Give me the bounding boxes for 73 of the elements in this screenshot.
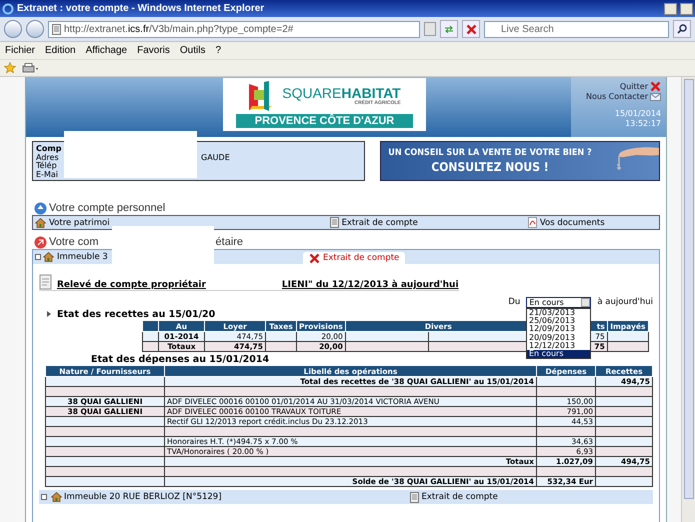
statement-link[interactable]: Extrait de compte (410, 492, 498, 502)
statement-link[interactable]: Extrait de compte (330, 217, 418, 228)
contact-label: Adres (36, 154, 59, 162)
arrow-up-circle-icon (34, 202, 47, 214)
expand-icon[interactable] (41, 494, 47, 500)
menu-item[interactable]: Fichier (5, 45, 36, 56)
period-label: à aujourd'hui (597, 297, 653, 307)
menu-item[interactable]: Edition (45, 45, 76, 56)
search-button[interactable] (673, 20, 691, 38)
maximize-button[interactable] (680, 2, 693, 14)
star-icon[interactable] (4, 62, 16, 74)
ad-banner[interactable]: UN CONSEIL SUR LA VENTE DE VOTRE BIEN ? CONSULTEZ NOUS ! (380, 141, 660, 181)
envelope-icon (650, 92, 661, 100)
period-label: Du (508, 297, 520, 307)
refresh-icon (444, 25, 454, 33)
menu-item[interactable]: Favoris (137, 45, 170, 56)
contact-label: Télép (36, 162, 58, 170)
contact-link[interactable]: Nous Contacter (586, 92, 661, 101)
section-heading: Votre com (49, 236, 99, 248)
search-field[interactable]: Live Search (484, 20, 669, 38)
back-button[interactable] (4, 20, 22, 38)
printer-icon[interactable] (22, 62, 40, 74)
property-link[interactable]: Immeuble 3 (57, 252, 108, 262)
address-field[interactable]: http://extranet.ics.fr/V3b/main.php?type_compte=2# (48, 20, 420, 38)
contact-label: Comp (36, 145, 62, 154)
menu-item[interactable]: Affichage (86, 45, 128, 56)
document-icon (330, 217, 339, 228)
contact-value: GAUDE (201, 154, 230, 162)
menu-item[interactable]: ? (215, 45, 222, 56)
period-option[interactable]: En cours (527, 350, 590, 358)
arrow-circle-icon (34, 236, 47, 248)
search-icon (677, 24, 687, 34)
document-icon (52, 24, 61, 34)
property-row[interactable]: Immeuble 20 RUE BERLIOZ [N°5129] Extrait de compte (39, 490, 653, 504)
ad-text: CONSULTEZ NOUS ! (431, 160, 549, 174)
property-link[interactable]: Immeuble 20 RUE BERLIOZ [N°5129] (64, 492, 222, 502)
contact-label: E-Mai (36, 170, 59, 179)
receipts-title: Etat des recettes au 15/01/20 (57, 308, 216, 320)
refresh-button[interactable] (440, 20, 458, 38)
period-select[interactable]: En cours (526, 296, 592, 308)
section-heading: Votre compte personnel (49, 202, 166, 214)
pdf-icon (528, 217, 537, 228)
brand-name: SQUARE (282, 85, 342, 101)
property-link[interactable]: Votre patrimoi (35, 218, 110, 228)
document-icon (410, 492, 419, 502)
documents-link[interactable]: Vos documents (528, 217, 605, 228)
scrollbar[interactable] (681, 77, 695, 522)
receipt-icon (39, 274, 53, 290)
statement-title: Relevé de compte propriétair (57, 280, 206, 290)
period-option[interactable]: 21/03/2013 (527, 309, 590, 318)
statement-title: LIENI" du 12/12/2013 à aujourd'hui (282, 280, 459, 290)
region-label: PROVENCE CÔTE D'AZUR (236, 114, 413, 128)
ad-text: UN CONSEIL SUR LA VENTE DE VOTRE BIEN ? (388, 148, 592, 158)
close-icon (466, 24, 476, 34)
forward-button[interactable] (26, 20, 44, 38)
house-icon (51, 492, 62, 502)
menu-item[interactable]: Outils (180, 45, 206, 56)
minimize-button[interactable] (664, 2, 677, 14)
close-icon (309, 252, 320, 264)
statement-tab[interactable]: Extrait de compte (303, 252, 406, 264)
triangle-icon[interactable] (47, 311, 51, 317)
browser-logo-icon (2, 2, 14, 14)
date: 15/01/2014 (614, 109, 661, 119)
window-title: Extranet : votre compte - Windows Internet Explorer (17, 3, 266, 14)
time: 13:52:17 (624, 119, 661, 129)
stop-button[interactable] (462, 20, 480, 38)
expand-icon[interactable] (35, 254, 41, 260)
close-icon (650, 81, 661, 92)
section-heading: étaire (216, 236, 244, 248)
house-icon (43, 252, 54, 262)
brand-name: HABITAT (341, 85, 401, 101)
house-icon (35, 218, 46, 228)
quit-link[interactable]: Quitter (620, 81, 661, 92)
